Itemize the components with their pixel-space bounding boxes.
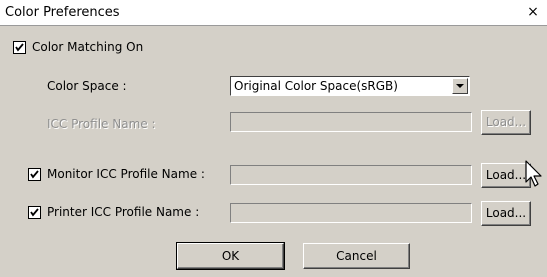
printer-profile-row[interactable]: Printer ICC Profile Name : [28, 205, 199, 219]
printer-profile-label: Printer ICC Profile Name : [47, 205, 200, 219]
color-matching-label: Color Matching On [32, 40, 144, 54]
window-title: Color Preferences [5, 5, 120, 20]
check-icon [30, 207, 39, 217]
title-bar: Color Preferences × [0, 0, 547, 26]
color-matching-checkbox[interactable] [13, 40, 26, 54]
color-space-value: Original Color Space(sRGB) [234, 79, 398, 93]
color-matching-row[interactable]: Color Matching On [13, 40, 143, 54]
icc-profile-field [230, 112, 472, 132]
printer-load-button[interactable]: Load... [481, 201, 531, 226]
monitor-profile-label: Monitor ICC Profile Name : [47, 167, 205, 181]
close-icon[interactable]: × [525, 4, 541, 20]
icc-load-button: Load... [481, 110, 531, 135]
check-icon [15, 42, 24, 52]
printer-profile-field [230, 203, 472, 223]
ok-button[interactable]: OK [176, 242, 285, 270]
monitor-profile-field [230, 165, 472, 185]
cancel-button[interactable]: Cancel [303, 243, 410, 269]
icc-profile-label: ICC Profile Name : [47, 117, 156, 131]
color-space-label: Color Space : [47, 79, 127, 93]
monitor-profile-checkbox[interactable] [28, 167, 41, 181]
color-preferences-dialog: Color Preferences × Color Matching On Co… [0, 0, 547, 277]
check-icon [30, 169, 39, 179]
mouse-pointer-icon [525, 160, 542, 187]
chevron-down-icon[interactable] [452, 78, 468, 94]
monitor-profile-row[interactable]: Monitor ICC Profile Name : [28, 167, 205, 181]
printer-profile-checkbox[interactable] [28, 205, 41, 219]
color-space-select[interactable]: Original Color Space(sRGB) [230, 76, 470, 96]
